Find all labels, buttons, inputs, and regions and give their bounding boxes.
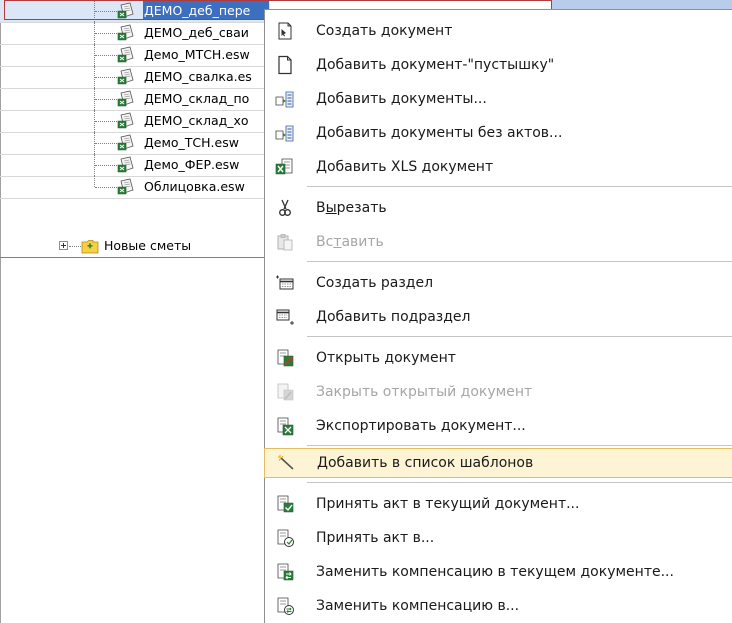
menu-separator [307, 482, 732, 483]
menu-item-add-to-templates[interactable]: Добавить в список шаблонов [264, 448, 732, 478]
menu-item-create-document[interactable]: Создать документ [265, 16, 732, 46]
menu-item-label: Создать раздел [316, 275, 434, 291]
menu-item-add-xls-document[interactable]: Добавить XLS документ [265, 152, 732, 182]
replace-compensation-current-icon [277, 563, 294, 581]
tree-group-label: Новые сметы [104, 238, 192, 253]
menu-item-label: Заменить компенсацию в текущем документе… [316, 564, 674, 580]
menu-item-replace-compensation-in[interactable]: Заменить компенсацию в... [265, 591, 732, 621]
tree-item-label: ДЕМО_деб_сваи [144, 25, 249, 40]
menu-item-add-blank-document[interactable]: Добавить документ-"пустышку" [265, 50, 732, 80]
clipboard-icon [277, 234, 293, 251]
estimate-document-icon [117, 178, 134, 195]
menu-item-label: Добавить документы... [316, 91, 487, 107]
estimate-document-icon [117, 68, 134, 85]
application-window: ДЕМО_деб_пере ДЕМО_деб_сваи Демо_МТСН.es… [0, 0, 732, 623]
tree-item-label: Демо_ФЕР.esw [144, 157, 240, 172]
export-document-icon [277, 417, 294, 436]
menu-separator [307, 336, 732, 337]
menu-item-label: Вырезать [316, 200, 387, 216]
menu-item-add-subsection[interactable]: Добавить подраздел [265, 302, 732, 332]
menu-item-label: Добавить подраздел [316, 309, 471, 325]
tree-item[interactable]: Демо_МТСН.esw [0, 44, 270, 67]
menu-item-label: Добавить документ-"пустышку" [316, 57, 555, 73]
menu-item-accept-act-current[interactable]: Принять акт в текущий документ... [265, 489, 732, 519]
menu-item-label: Добавить в список шаблонов [317, 455, 534, 471]
menu-item-add-documents-without-acts[interactable]: Добавить документы без актов... [265, 118, 732, 148]
tree-item-label: ДЕМО_деб_пере [144, 3, 251, 18]
tree-item-label: Облицовка.esw [144, 179, 245, 194]
close-document-icon [277, 383, 294, 401]
expand-plus-icon[interactable] [59, 241, 68, 250]
menu-item-label: Вставить [316, 234, 384, 250]
estimate-document-icon [117, 156, 134, 173]
tree-item[interactable]: Облицовка.esw [0, 176, 270, 199]
context-menu: Создать документ Добавить документ-"пуст… [264, 9, 732, 623]
menu-item-label: Добавить XLS документ [316, 159, 494, 175]
menu-item-open-document[interactable]: Открыть документ [265, 343, 732, 373]
replace-compensation-icon [277, 597, 294, 615]
menu-item-create-section[interactable]: Создать раздел [265, 268, 732, 298]
accept-act-icon [277, 529, 294, 547]
menu-item-label: Заменить компенсацию в... [316, 598, 520, 614]
menu-separator [307, 445, 732, 446]
new-document-icon [278, 22, 292, 40]
excel-document-icon [275, 158, 293, 175]
estimate-document-icon [117, 46, 134, 63]
menu-item-close-open-document[interactable]: Закрыть открытый документ [265, 377, 732, 407]
tree-item-selected[interactable]: ДЕМО_деб_пере [0, 0, 270, 23]
accept-act-current-icon [277, 495, 294, 513]
menu-item-label: Создать документ [316, 23, 453, 39]
menu-item-label: Экспортировать документ... [316, 418, 526, 434]
open-document-icon [277, 349, 294, 367]
estimate-document-icon [117, 90, 134, 107]
create-section-icon [276, 275, 294, 290]
menu-item-accept-act-in[interactable]: Принять акт в... [265, 523, 732, 553]
tree-item-label: ДЕМО_склад_по [144, 91, 250, 106]
tree-item-label: Демо_МТСН.esw [144, 47, 250, 62]
tree-item[interactable]: ДЕМО_склад_хо [0, 110, 270, 133]
tree-item[interactable]: ДЕМО_деб_сваи [0, 22, 270, 45]
tree-group-new-estimates[interactable]: Новые сметы [0, 235, 270, 258]
estimate-document-icon [117, 2, 134, 19]
menu-item-label: Открыть документ [316, 350, 456, 366]
tree-item-label: ДЕМО_свалка.es [144, 69, 252, 84]
menu-item-label: Принять акт в текущий документ... [316, 496, 580, 512]
tree-item-label: Демо_ТСН.esw [144, 135, 239, 150]
menu-item-paste[interactable]: Вставить [265, 227, 732, 257]
menu-item-label: Принять акт в... [316, 530, 435, 546]
magic-wand-icon [278, 455, 294, 470]
add-documents-no-acts-icon [275, 125, 294, 142]
tree-item[interactable]: ДЕМО_склад_по [0, 88, 270, 111]
tree-item[interactable]: ДЕМО_свалка.es [0, 66, 270, 89]
estimate-document-icon [117, 24, 134, 41]
menu-item-label: Закрыть открытый документ [316, 384, 533, 400]
tree-item[interactable]: Демо_ТСН.esw [0, 132, 270, 155]
estimate-document-icon [117, 112, 134, 129]
menu-separator [307, 261, 732, 262]
tree-item[interactable]: Демо_ФЕР.esw [0, 154, 270, 177]
menu-item-cut[interactable]: Вырезать [265, 193, 732, 223]
scissors-icon [279, 199, 291, 216]
add-subsection-icon [276, 309, 294, 325]
menu-separator [307, 186, 732, 187]
menu-item-label: Добавить документы без актов... [316, 125, 563, 141]
add-documents-icon [275, 91, 294, 108]
menu-item-add-documents[interactable]: Добавить документы... [265, 84, 732, 114]
menu-item-export-document[interactable]: Экспортировать документ... [265, 411, 732, 441]
blank-document-icon [278, 55, 292, 75]
tree-item-label: ДЕМО_склад_хо [144, 113, 249, 128]
estimate-document-icon [117, 134, 134, 151]
folder-plus-icon [81, 240, 99, 254]
menu-item-replace-compensation-current[interactable]: Заменить компенсацию в текущем документе… [265, 557, 732, 587]
